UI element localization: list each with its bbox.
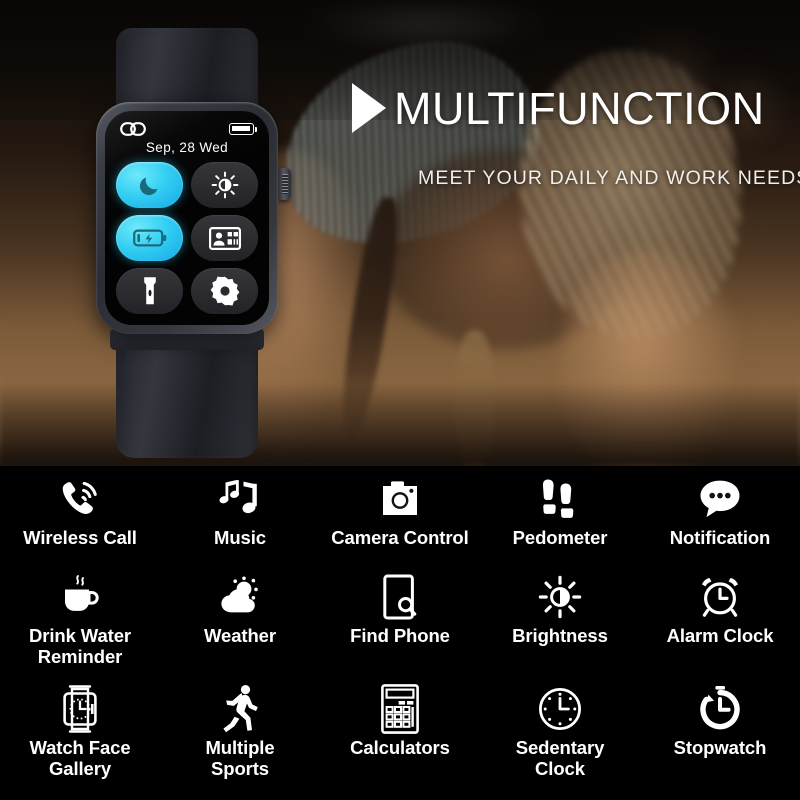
feature-row: Drink Water Reminder Weather Find Phone … [0,564,800,676]
play-triangle-icon [352,83,386,133]
feature-label: Weather [204,625,276,646]
feature-label: Music [214,527,266,548]
phone-search-icon [383,573,417,621]
moon-icon [137,172,163,198]
runner-icon [219,685,261,733]
watch-tile-battery-saver[interactable] [116,215,183,261]
page-subtitle: MEET YOUR DAILY AND WORK NEEDS [418,167,800,189]
feature-label: Multiple Sports [205,737,275,779]
feature-label: Watch Face Gallery [29,737,131,779]
battery-bolt-icon [132,228,167,248]
clock-icon [538,685,582,733]
feature-label: Notification [669,527,771,548]
feature-item-brightness[interactable]: Brightness [480,564,640,647]
watch-tile-settings[interactable] [191,268,258,314]
battery-full-icon [229,123,258,135]
hero-photo-section: MULTIFUNCTION MEET YOUR DAILY AND WORK N… [0,0,800,466]
feature-item-multiple-sports[interactable]: Multiple Sports [160,676,320,779]
watch-control-grid [116,162,258,314]
page-title: MULTIFUNCTION [394,82,765,134]
camera-icon [379,475,421,523]
feature-item-calculators[interactable]: Calculators [320,676,480,759]
alarm-clock-icon [698,573,742,621]
watch-face-icon [60,685,100,733]
feature-row: Watch Face Gallery Multiple Sports Calcu… [0,676,800,800]
product-marketing-image: MULTIFUNCTION MEET YOUR DAILY AND WORK N… [0,0,800,800]
feature-item-weather[interactable]: Weather [160,564,320,647]
feature-list-panel: Wireless Call Music Camera Control Pedom… [0,466,800,800]
calculator-icon [381,684,419,734]
feature-label: Alarm Clock [666,625,774,646]
feature-label: Pedometer [512,527,608,548]
sun-cloud-icon [217,573,263,621]
watch-crown-button[interactable] [278,168,291,200]
watch-tile-contacts[interactable] [191,215,258,261]
headline-block: MULTIFUNCTION [352,83,765,133]
feature-item-camera-control[interactable]: Camera Control [320,466,480,549]
phone-waves-icon [58,475,102,523]
watch-case: Sep, 28 Wed [96,102,278,334]
feature-item-wireless-call[interactable]: Wireless Call [0,466,160,549]
smartwatch: Sep, 28 Wed [82,28,292,458]
gear-icon [210,276,240,306]
watch-status-bar [116,121,258,137]
feature-row: Wireless Call Music Camera Control Pedom… [0,466,800,564]
contact-card-icon [208,226,241,250]
feature-item-notification[interactable]: Notification [640,466,800,549]
watch-date-label: Sep, 28 Wed [145,140,229,155]
feature-item-watch-face-gallery[interactable]: Watch Face Gallery [0,676,160,779]
feature-item-pedometer[interactable]: Pedometer [480,466,640,549]
feature-item-find-phone[interactable]: Find Phone [320,564,480,647]
feature-label: Camera Control [331,527,469,548]
feature-label: Calculators [350,737,450,758]
feature-label: Sedentary Clock [515,737,605,779]
sun-half-icon [211,171,239,199]
feature-item-stopwatch[interactable]: Stopwatch [640,676,800,759]
feature-label: Wireless Call [23,527,137,548]
chain-link-icon [120,122,146,136]
feature-item-music[interactable]: Music [160,466,320,549]
flashlight-icon [142,276,158,306]
watch-tile-do-not-disturb[interactable] [116,162,183,208]
feature-label: Brightness [512,625,608,646]
coffee-cup-icon [58,573,102,621]
chat-bubble-icon [698,475,742,523]
watch-tile-flashlight[interactable] [116,268,183,314]
feature-item-alarm-clock[interactable]: Alarm Clock [640,564,800,647]
feature-item-sedentary-clock[interactable]: Sedentary Clock [480,676,640,779]
feature-label: Drink Water Reminder [28,625,132,667]
footprints-icon [542,475,578,523]
music-notes-icon [219,475,261,523]
sun-half-icon [538,573,582,621]
watch-screen[interactable]: Sep, 28 Wed [105,111,269,325]
stopwatch-icon [698,685,742,733]
feature-item-drink-water-reminder[interactable]: Drink Water Reminder [0,564,160,667]
watch-tile-brightness[interactable] [191,162,258,208]
feature-label: Find Phone [350,625,450,646]
feature-label: Stopwatch [673,737,767,758]
